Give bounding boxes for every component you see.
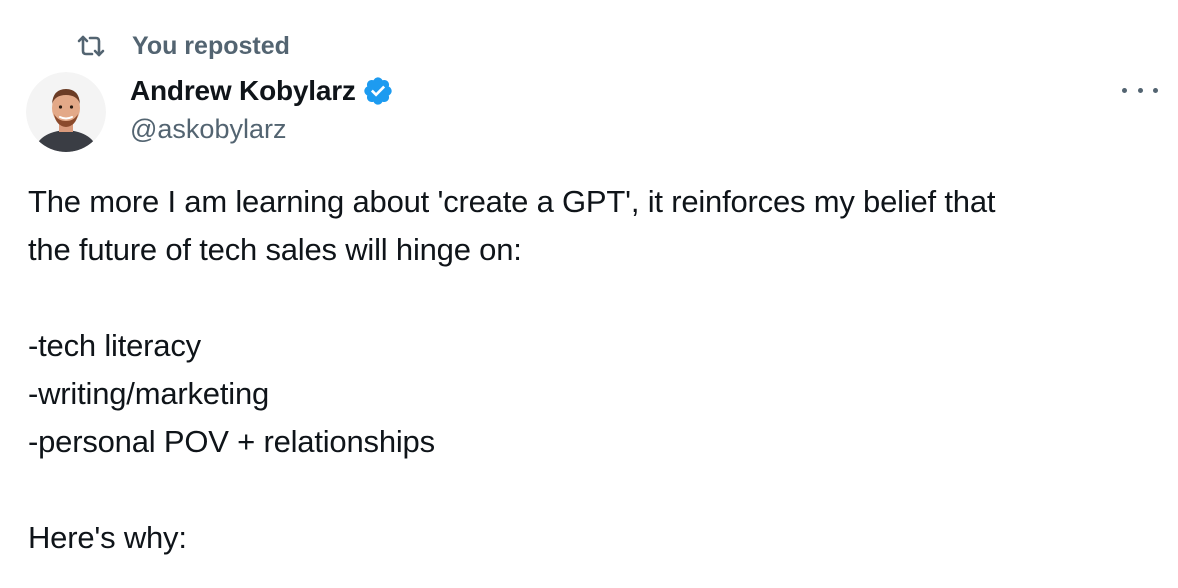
avatar[interactable] — [26, 72, 106, 152]
author-name-row: Andrew Kobylarz — [130, 72, 394, 110]
repost-indicator: You reposted — [76, 30, 290, 62]
tweet-line — [28, 274, 1148, 322]
tweet-line: -writing/marketing — [28, 376, 270, 411]
tweet-line: -personal POV + relationships — [28, 424, 435, 459]
tweet-text: The more I am learning about 'create a G… — [28, 178, 1148, 562]
tweet-line: the future of tech sales will hinge on: — [28, 232, 522, 267]
tweet-line: -tech literacy — [28, 328, 201, 363]
author-block: Andrew Kobylarz @askobylarz — [130, 72, 394, 145]
verified-badge-icon — [364, 77, 392, 105]
more-dot — [1153, 87, 1158, 93]
tweet-line: Here's why: — [28, 520, 187, 555]
author-display-name[interactable]: Andrew Kobylarz — [130, 75, 356, 107]
repost-label[interactable]: You reposted — [132, 32, 290, 61]
more-dot — [1137, 87, 1143, 93]
tweet-line: The more I am learning about 'create a G… — [28, 184, 996, 219]
tweet-line — [28, 466, 1148, 514]
tweet-card[interactable]: You reposted Andrew Kobylarz @askobylarz — [0, 0, 1178, 588]
author-handle[interactable]: @askobylarz — [130, 114, 394, 145]
repost-icon — [77, 35, 105, 57]
more-options-icon[interactable] — [1122, 76, 1158, 104]
more-dot — [1122, 87, 1127, 93]
